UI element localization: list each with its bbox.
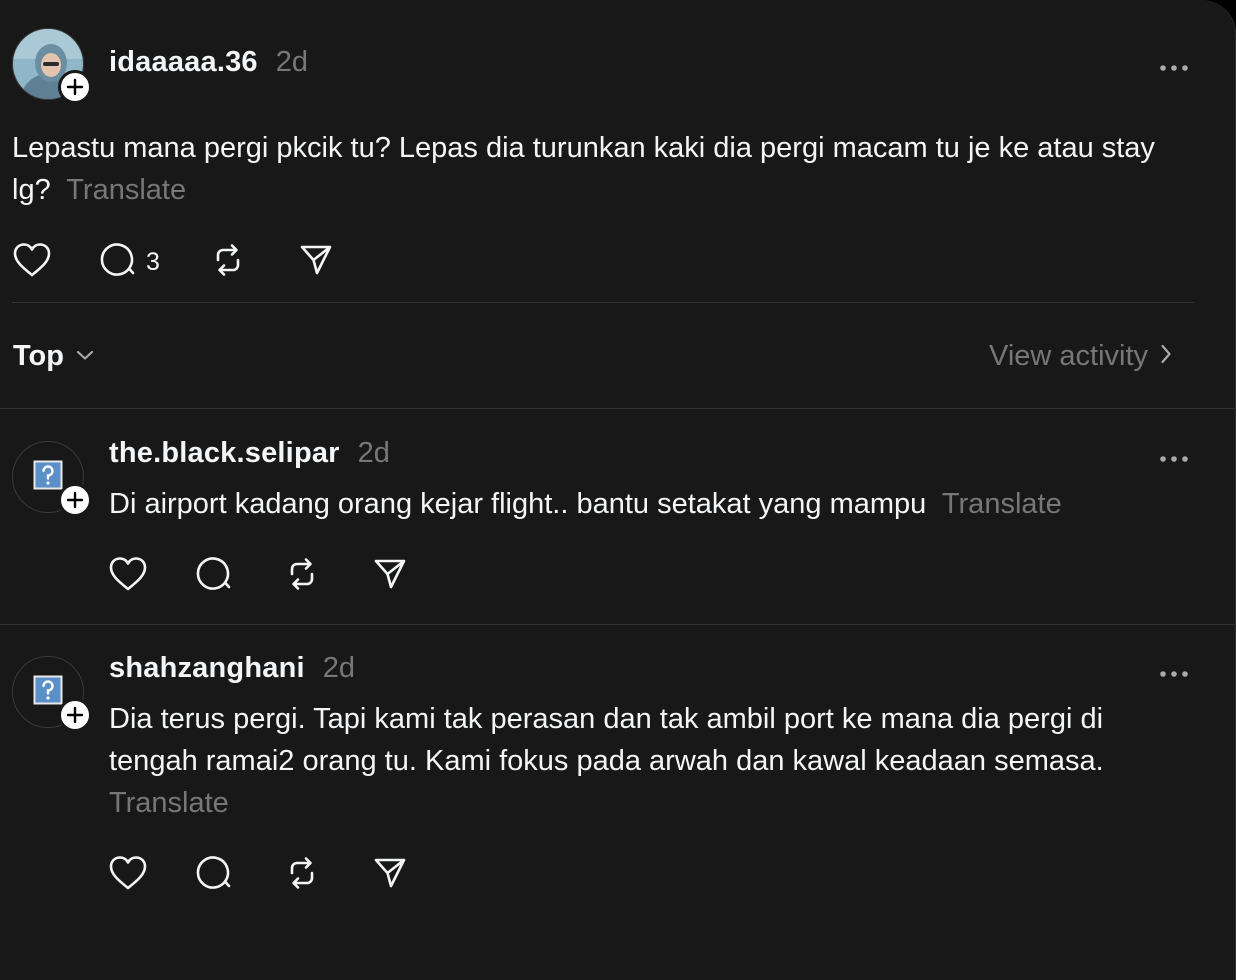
reply-button[interactable]: [196, 556, 284, 597]
reply-button[interactable]: 3: [100, 242, 210, 283]
like-icon: [108, 855, 148, 896]
reply-header: the.black.selipar 2d: [109, 437, 390, 470]
reply-icon: [100, 242, 138, 283]
like-button[interactable]: [108, 855, 196, 896]
sort-label: Top: [13, 340, 64, 372]
broken-image-icon: [33, 675, 63, 710]
reply-username[interactable]: shahzanghani: [109, 652, 305, 685]
repost-button[interactable]: [284, 855, 372, 896]
reply-time: 2d: [357, 437, 390, 469]
post-divider: [12, 302, 1194, 303]
like-button[interactable]: [108, 556, 196, 597]
reply-divider: [0, 624, 1235, 625]
reply-icon: [196, 556, 234, 597]
main-post-header: idaaaaa.36 2d: [109, 46, 308, 79]
sort-dropdown[interactable]: Top: [13, 340, 94, 373]
translate-link[interactable]: Translate: [109, 787, 229, 819]
more-icon[interactable]: [1159, 60, 1189, 71]
like-icon: [12, 242, 52, 283]
reply-actions: [108, 855, 408, 896]
broken-image-icon: [33, 460, 63, 495]
repost-icon: [284, 855, 320, 896]
translate-link[interactable]: Translate: [942, 488, 1062, 520]
share-button[interactable]: [298, 242, 334, 283]
translate-link[interactable]: Translate: [66, 174, 186, 206]
thread-panel: idaaaaa.36 2d Lepastu mana pergi pkcik t…: [0, 0, 1236, 980]
view-activity-link[interactable]: View activity: [989, 340, 1172, 373]
main-post-actions: 3: [12, 242, 334, 283]
reply-count: 3: [146, 248, 160, 276]
reply-header: shahzanghani 2d: [109, 652, 355, 685]
reply-icon: [196, 855, 234, 896]
chevron-right-icon: [1160, 343, 1172, 370]
reply-body: Dia terus pergi. Tapi kami tak perasan d…: [109, 698, 1184, 824]
reply-button[interactable]: [196, 855, 284, 896]
share-icon: [372, 556, 408, 597]
section-divider: [0, 408, 1235, 409]
more-icon[interactable]: [1159, 666, 1189, 677]
more-icon[interactable]: [1159, 451, 1189, 462]
view-activity-label: View activity: [989, 340, 1149, 372]
follow-plus-icon[interactable]: [58, 698, 92, 732]
share-icon: [372, 855, 408, 896]
follow-plus-icon[interactable]: [58, 70, 92, 104]
reply-time: 2d: [322, 652, 356, 684]
like-button[interactable]: [12, 242, 100, 283]
reply-avatar[interactable]: [12, 441, 92, 517]
repost-icon: [210, 242, 246, 283]
main-post-body: Lepastu mana pergi pkcik tu? Lepas dia t…: [12, 127, 1192, 211]
chevron-down-icon: [76, 348, 94, 366]
repost-button[interactable]: [210, 242, 298, 283]
share-button[interactable]: [372, 855, 408, 896]
repost-icon: [284, 556, 320, 597]
main-post-username[interactable]: idaaaaa.36: [109, 46, 258, 79]
share-icon: [298, 242, 334, 283]
reply-body: Di airport kadang orang kejar flight.. b…: [109, 483, 1199, 525]
main-post-avatar[interactable]: [12, 28, 92, 104]
reply-actions: [108, 556, 408, 597]
reply-username[interactable]: the.black.selipar: [109, 437, 340, 470]
share-button[interactable]: [372, 556, 408, 597]
reply-text: Dia terus pergi. Tapi kami tak perasan d…: [109, 703, 1104, 777]
follow-plus-icon[interactable]: [58, 483, 92, 517]
repost-button[interactable]: [284, 556, 372, 597]
main-post-time: 2d: [275, 46, 308, 78]
like-icon: [108, 556, 148, 597]
reply-text: Di airport kadang orang kejar flight.. b…: [109, 488, 927, 520]
reply-avatar[interactable]: [12, 656, 92, 732]
